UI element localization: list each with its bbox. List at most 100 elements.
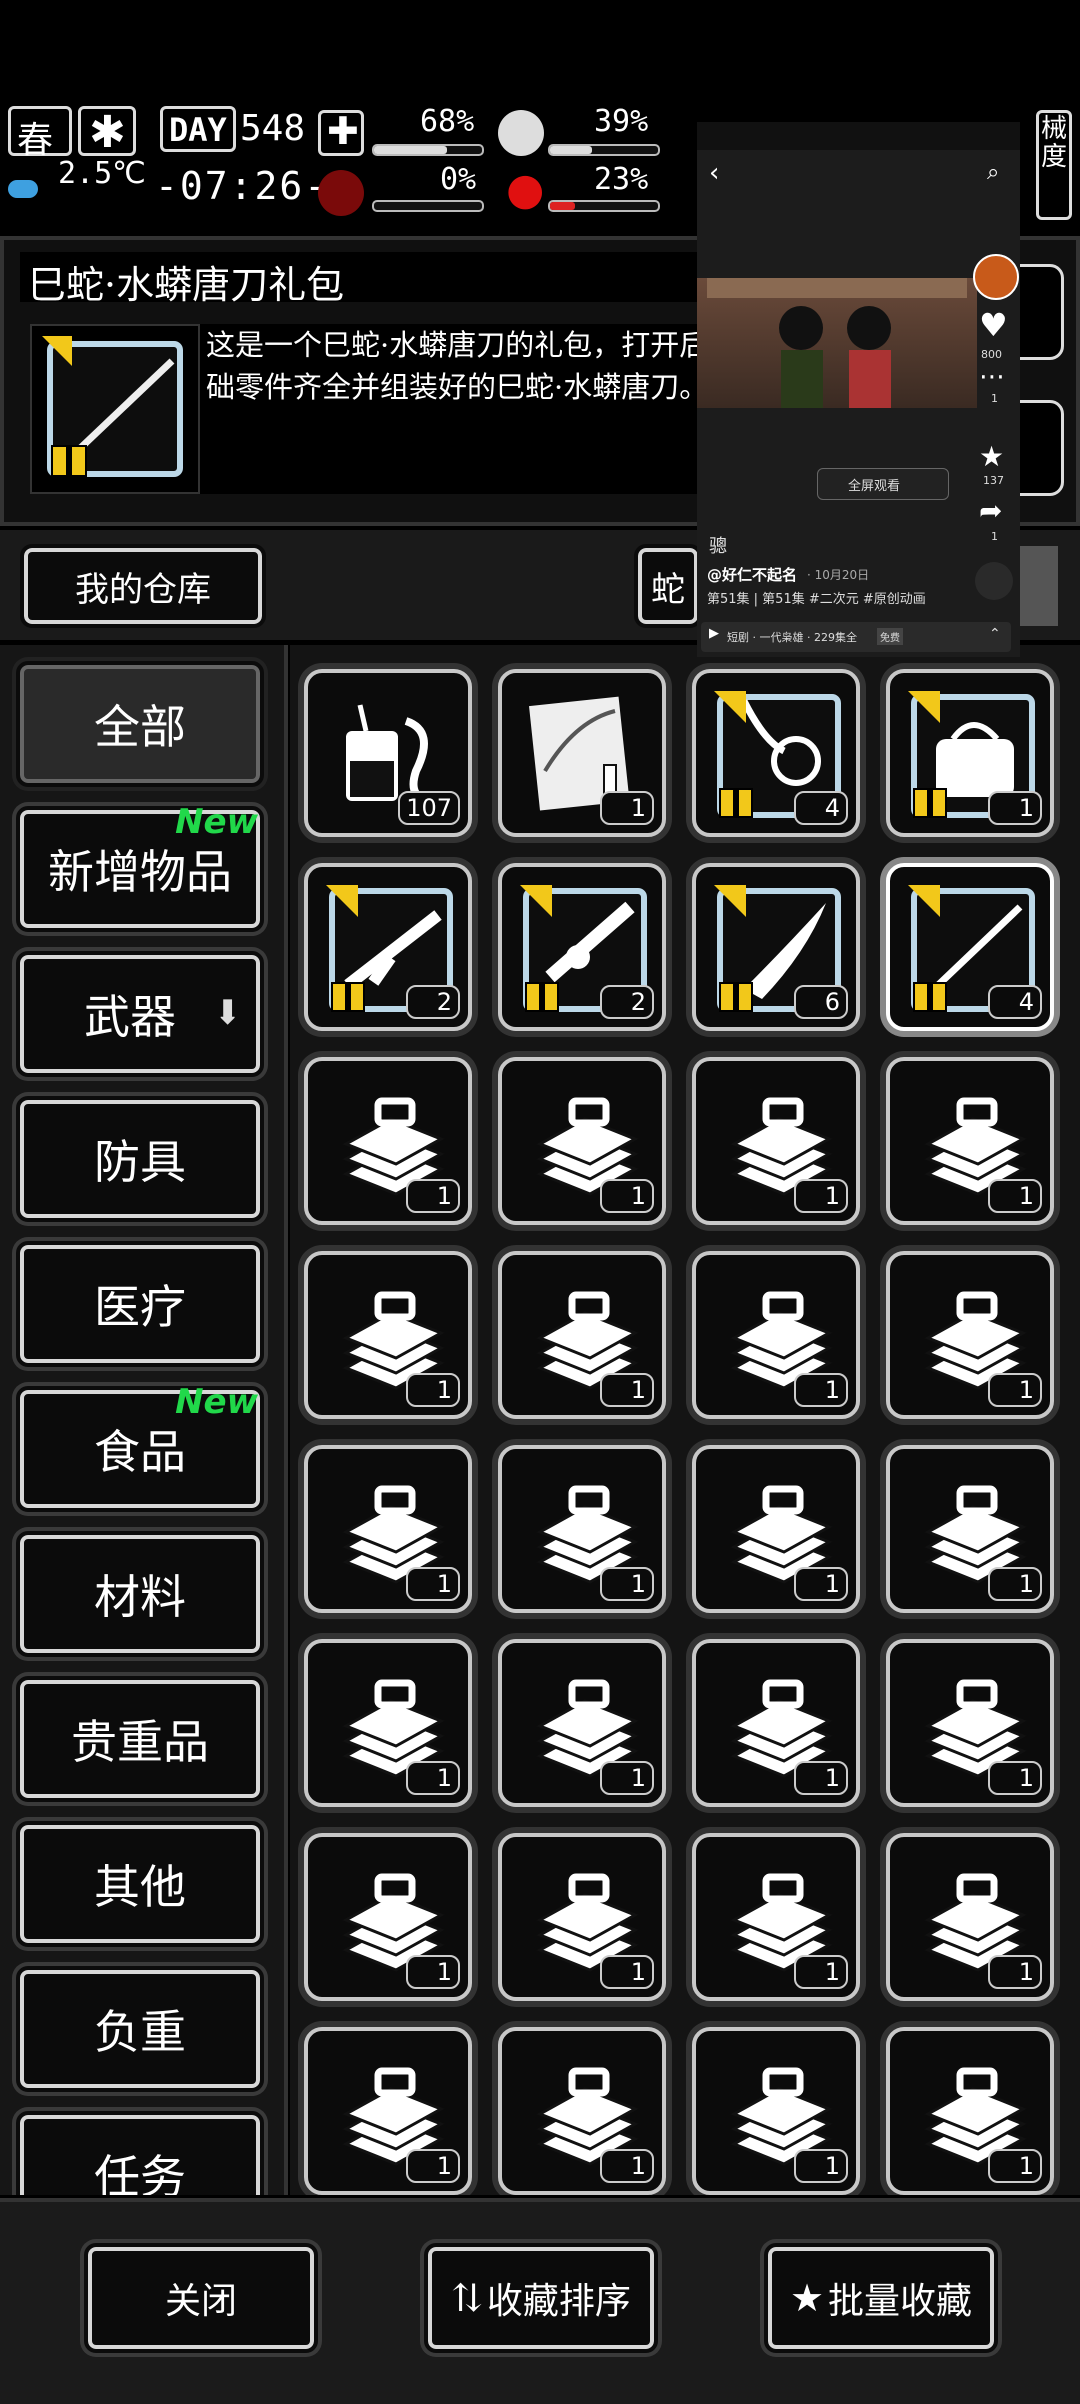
item-count-badge: 2 [600,985,654,1019]
back-icon[interactable]: ‹ [709,158,719,188]
inventory-slot[interactable]: 1 [692,1445,860,1613]
category-label: 医疗 [94,1280,186,1334]
item-count-badge: 1 [600,1373,654,1407]
inventory-slot[interactable]: 1 [498,1251,666,1419]
inventory-slot[interactable]: 1 [304,1251,472,1419]
inventory-slot[interactable]: 1 [304,1639,472,1807]
series-bar[interactable]: ▶ 短剧 · 一代枭雄 · 229集全 免费 ⌃ [701,622,1011,652]
star-count: 137 [983,474,1004,487]
inventory-slot[interactable]: 1 [886,1251,1054,1419]
item-count-badge: 1 [600,1955,654,1989]
batch-favorite-button[interactable]: ★ 批量收藏 [764,2243,998,2353]
inventory-slot[interactable]: 1 [692,1057,860,1225]
expand-up-icon[interactable]: ⌃ [989,626,1001,642]
category-label: 食品 [94,1425,186,1479]
katana-gift-icon [42,336,183,477]
search-icon[interactable]: ⌕ [987,160,999,185]
item-count-badge: 1 [794,1955,848,1989]
inventory-slot[interactable]: 1 [498,669,666,837]
sort-favorites-button[interactable]: ⇅ 收藏排序 [424,2243,658,2353]
video-date: · 10月20日 [807,568,870,582]
category-0[interactable]: 全部 [16,661,264,787]
inventory-slot[interactable]: 1 [886,1639,1054,1807]
item-count-badge: 1 [600,2149,654,2183]
inventory-slot[interactable]: 1 [692,2027,860,2195]
category-6[interactable]: 材料 [16,1531,264,1657]
inventory-slot[interactable]: 1 [692,1833,860,2001]
item-count-badge: 1 [600,1567,654,1601]
health-bar [372,144,484,156]
item-count-badge: 1 [794,1373,848,1407]
my-warehouse-tab[interactable]: 我的仓库 [20,544,266,628]
inventory-slot[interactable]: 2 [304,863,472,1031]
item-count-badge: 1 [406,1373,460,1407]
item-count-badge: 1 [988,791,1042,825]
inventory-slot[interactable]: 1 [886,1833,1054,2001]
inventory-slot[interactable]: 107 [304,669,472,837]
item-count-badge: 2 [406,985,460,1019]
inventory-slot[interactable]: 1 [304,1833,472,2001]
batch-label: 批量收藏 [828,2281,973,2322]
author-avatar[interactable] [973,254,1019,300]
inventory-slot[interactable]: 1 [498,1639,666,1807]
overlay-tag: 骢 [709,536,727,557]
inventory-slot[interactable]: 1 [498,1445,666,1613]
share-icon[interactable]: ➦ [979,494,1002,527]
item-count-badge: 1 [406,1761,460,1795]
inventory-slot[interactable]: 1 [304,1445,472,1613]
item-count-badge: 1 [988,1955,1042,1989]
inventory-slot[interactable]: 2 [498,863,666,1031]
fullscreen-button[interactable]: 全屏观看 [817,468,949,500]
inventory-slot[interactable]: 1 [498,2027,666,2195]
item-description-box: 这是一个巳蛇·水蟒唐刀的礼包，打开后 础零件齐全并组装好的巳蛇·水蟒唐刀。 [200,324,700,494]
category-sidebar: 全部新增物品 New 武器 ⬇ 防具医疗食品 New 材料贵重品其他负重任务 [0,645,288,2195]
inventory-slot[interactable]: 1 [886,669,1054,837]
floating-video-window[interactable]: ‹ ⌕ ♥ 800 ⋯ 1 ★ 137 ➦ 1 全屏观看 骢 @好仁不起名 · … [697,122,1020,657]
dropdown-arrow-icon: ⬇ [213,993,243,1033]
video-frame[interactable] [697,278,977,408]
season-badge: 春 [8,106,72,161]
inventory-slot[interactable]: 4 [692,669,860,837]
close-button[interactable]: 关闭 [84,2243,318,2353]
category-1[interactable]: 新增物品 New [16,802,264,932]
category-label: 材料 [94,1570,186,1624]
like-count: 800 [981,348,1002,361]
item-count-badge: 1 [406,2149,460,2183]
inventory-slot[interactable]: 1 [692,1639,860,1807]
category-4[interactable]: 医疗 [16,1241,264,1367]
item-count-badge: 1 [794,2149,848,2183]
item-count-badge: 1 [988,1567,1042,1601]
item-count-badge: 1 [794,1761,848,1795]
category-2[interactable]: 武器 ⬇ [16,951,264,1077]
comment-icon[interactable]: ⋯ [979,362,1005,392]
item-title: 巳蛇·水蟒唐刀礼包 [28,263,345,307]
category-10[interactable]: 任务 [16,2111,264,2195]
favorite-star-icon[interactable]: ★ [979,440,1004,473]
item-count-badge: 1 [406,1567,460,1601]
blood-bar [548,200,660,212]
other-warehouse-tab[interactable]: 蛇 [634,544,702,628]
category-8[interactable]: 其他 [16,1821,264,1947]
category-3[interactable]: 防具 [16,1096,264,1222]
item-count-badge: 1 [794,1179,848,1213]
thermometer-icon [8,180,38,198]
item-count-badge: 1 [794,1567,848,1601]
category-5[interactable]: 食品 New [16,1382,264,1512]
inventory-slot[interactable]: 1 [304,2027,472,2195]
inventory-slot[interactable]: 1 [886,2027,1054,2195]
like-heart-icon[interactable]: ♥ [979,306,1008,344]
category-9[interactable]: 负重 [16,1966,264,2092]
inventory-slot[interactable]: 1 [886,1445,1054,1613]
inventory-slot[interactable]: 6 [692,863,860,1031]
inventory-slot[interactable]: 4 [886,863,1054,1031]
video-author[interactable]: @好仁不起名 [707,564,797,585]
inventory-slot[interactable]: 1 [692,1251,860,1419]
inventory-slot[interactable]: 1 [498,1057,666,1225]
inventory-slot[interactable]: 1 [498,1833,666,2001]
category-7[interactable]: 贵重品 [16,1676,264,1802]
series-title: 短剧 · 一代枭雄 · 229集全 [727,631,857,644]
settings-gear-icon[interactable]: ✱ [78,106,136,158]
character-right-body [849,350,891,408]
inventory-slot[interactable]: 1 [304,1057,472,1225]
inventory-slot[interactable]: 1 [886,1057,1054,1225]
